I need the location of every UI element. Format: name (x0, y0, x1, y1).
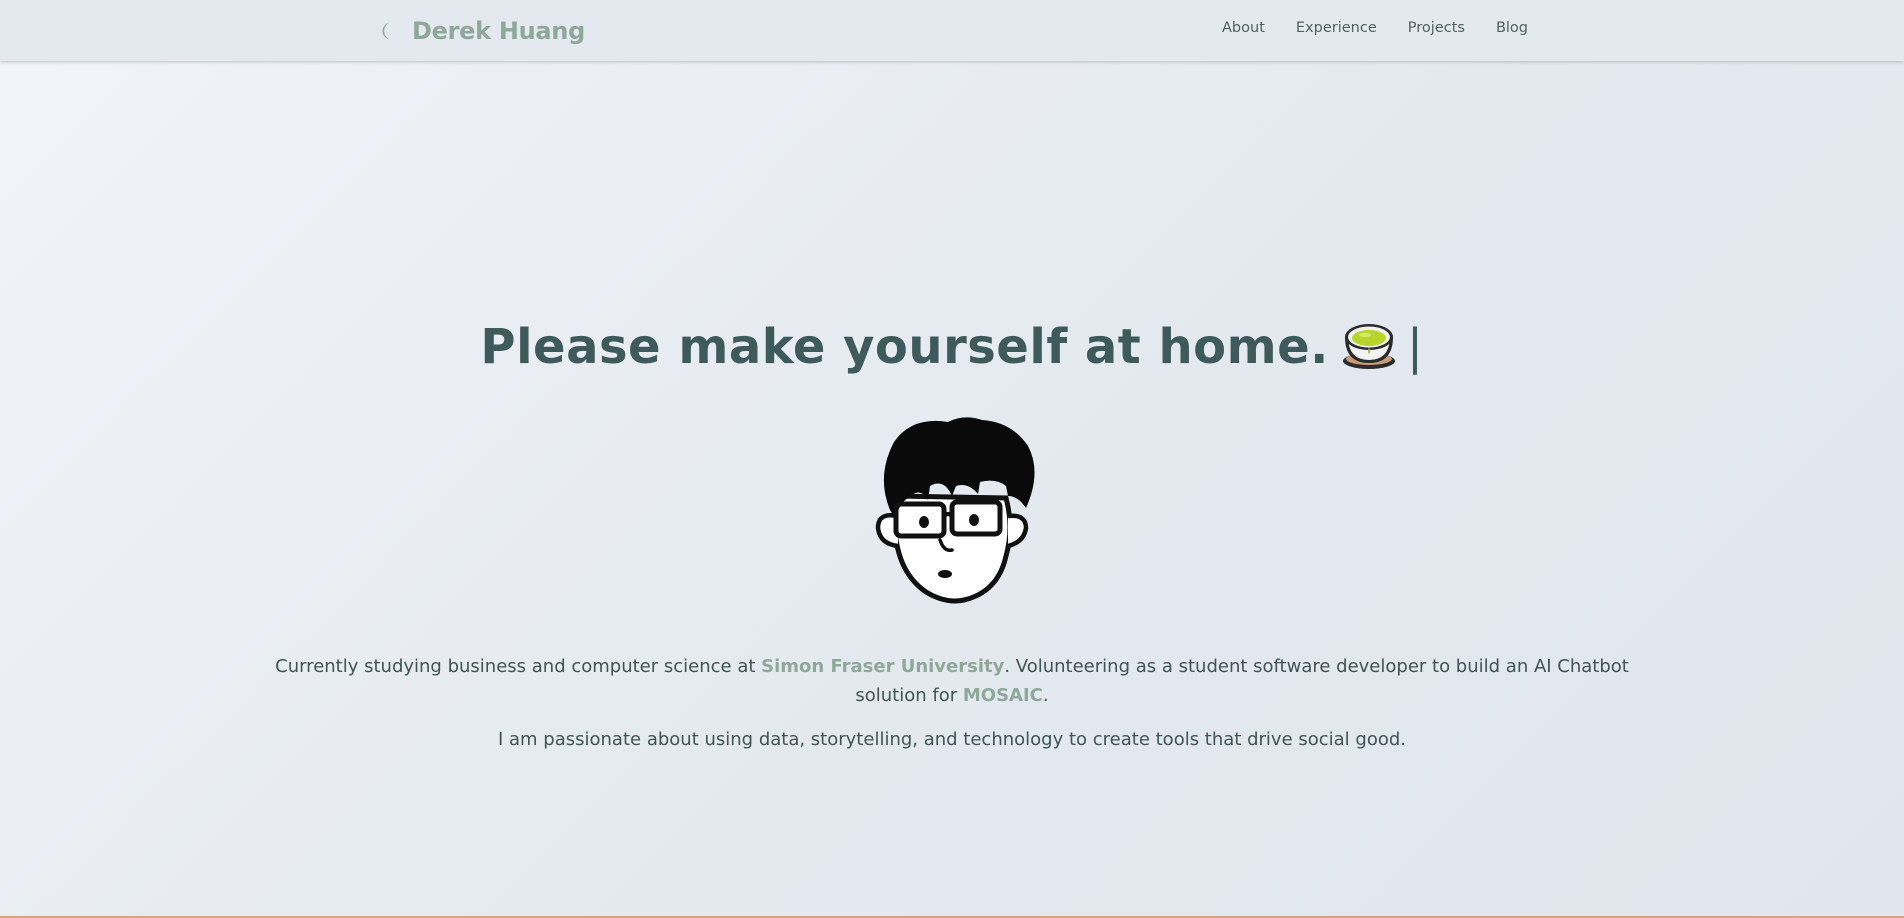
university-link[interactable]: Simon Fraser University (761, 656, 1004, 677)
mosaic-link[interactable]: MOSAIC (963, 685, 1043, 706)
avatar-illustration (875, 417, 1035, 604)
nav-link-about[interactable]: About (1222, 20, 1265, 36)
bio-text: . (1042, 685, 1049, 706)
bio-paragraph-2: I am passionate about using data, storyt… (497, 729, 1406, 750)
nav-link-projects[interactable]: Projects (1408, 20, 1465, 36)
hero-title-text: Please make yourself at home. (480, 319, 1329, 376)
main-nav: About Experience Projects Blog (1222, 20, 1528, 36)
hero-title: Please make yourself at home. | (0, 317, 1904, 377)
moon-icon[interactable] (378, 21, 396, 41)
bio-paragraph-1: Currently studying business and computer… (240, 652, 1664, 710)
nav-link-experience[interactable]: Experience (1296, 20, 1377, 36)
navbar: Derek Huang About Experience Projects Bl… (0, 0, 1904, 61)
bio-text: Currently studying business and computer… (275, 656, 762, 677)
green-tea-icon (1342, 324, 1395, 370)
brand[interactable]: Derek Huang (378, 14, 585, 48)
typing-cursor: | (1406, 319, 1424, 376)
brand-name[interactable]: Derek Huang (412, 17, 585, 45)
bio-section: Currently studying business and computer… (240, 652, 1664, 769)
nav-link-blog[interactable]: Blog (1496, 20, 1528, 36)
